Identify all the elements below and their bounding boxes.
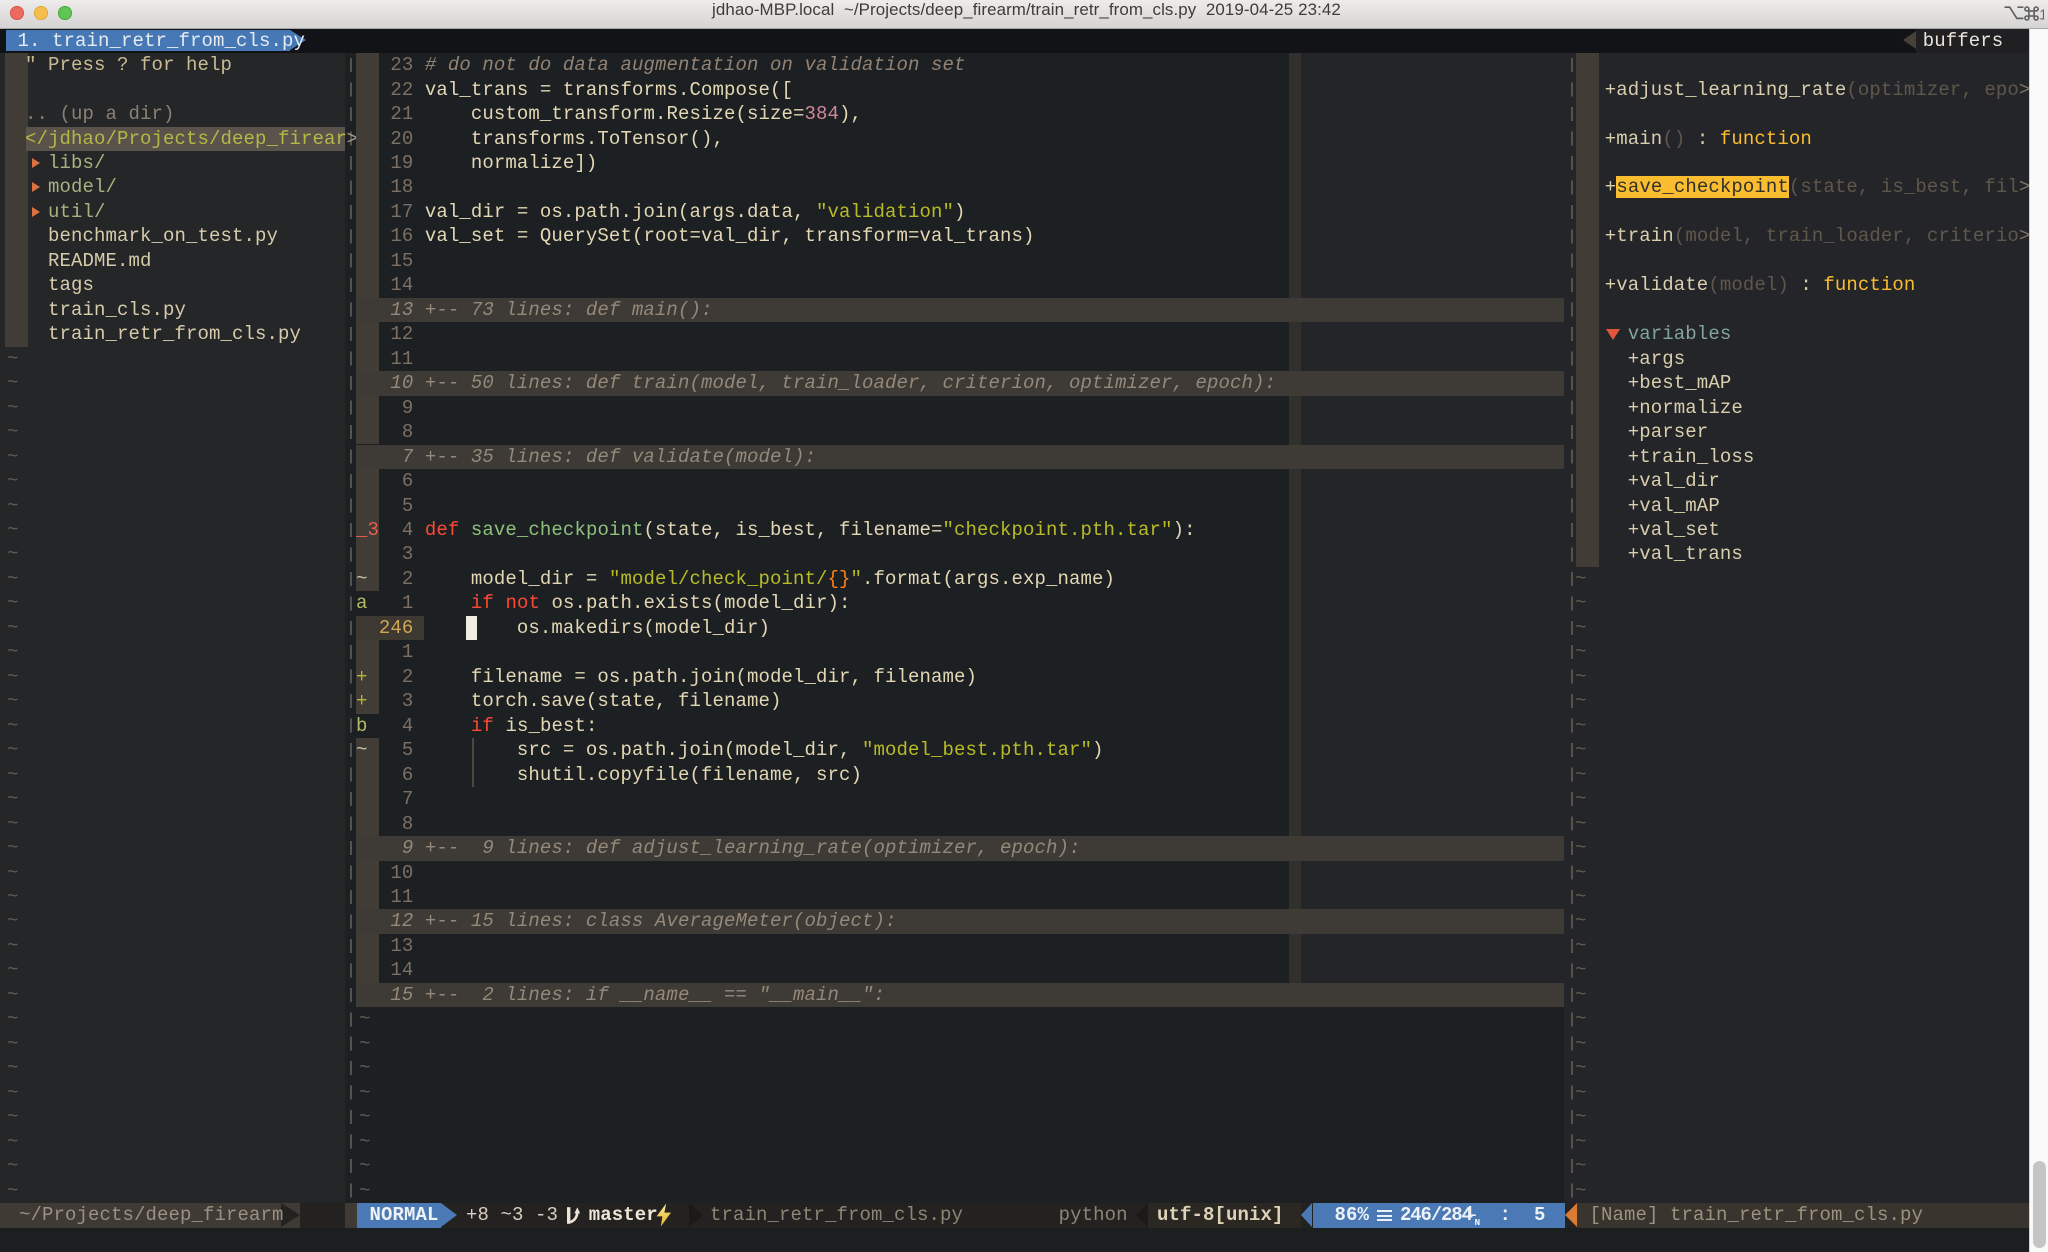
svg-text:1: 1 [2039,8,2044,23]
